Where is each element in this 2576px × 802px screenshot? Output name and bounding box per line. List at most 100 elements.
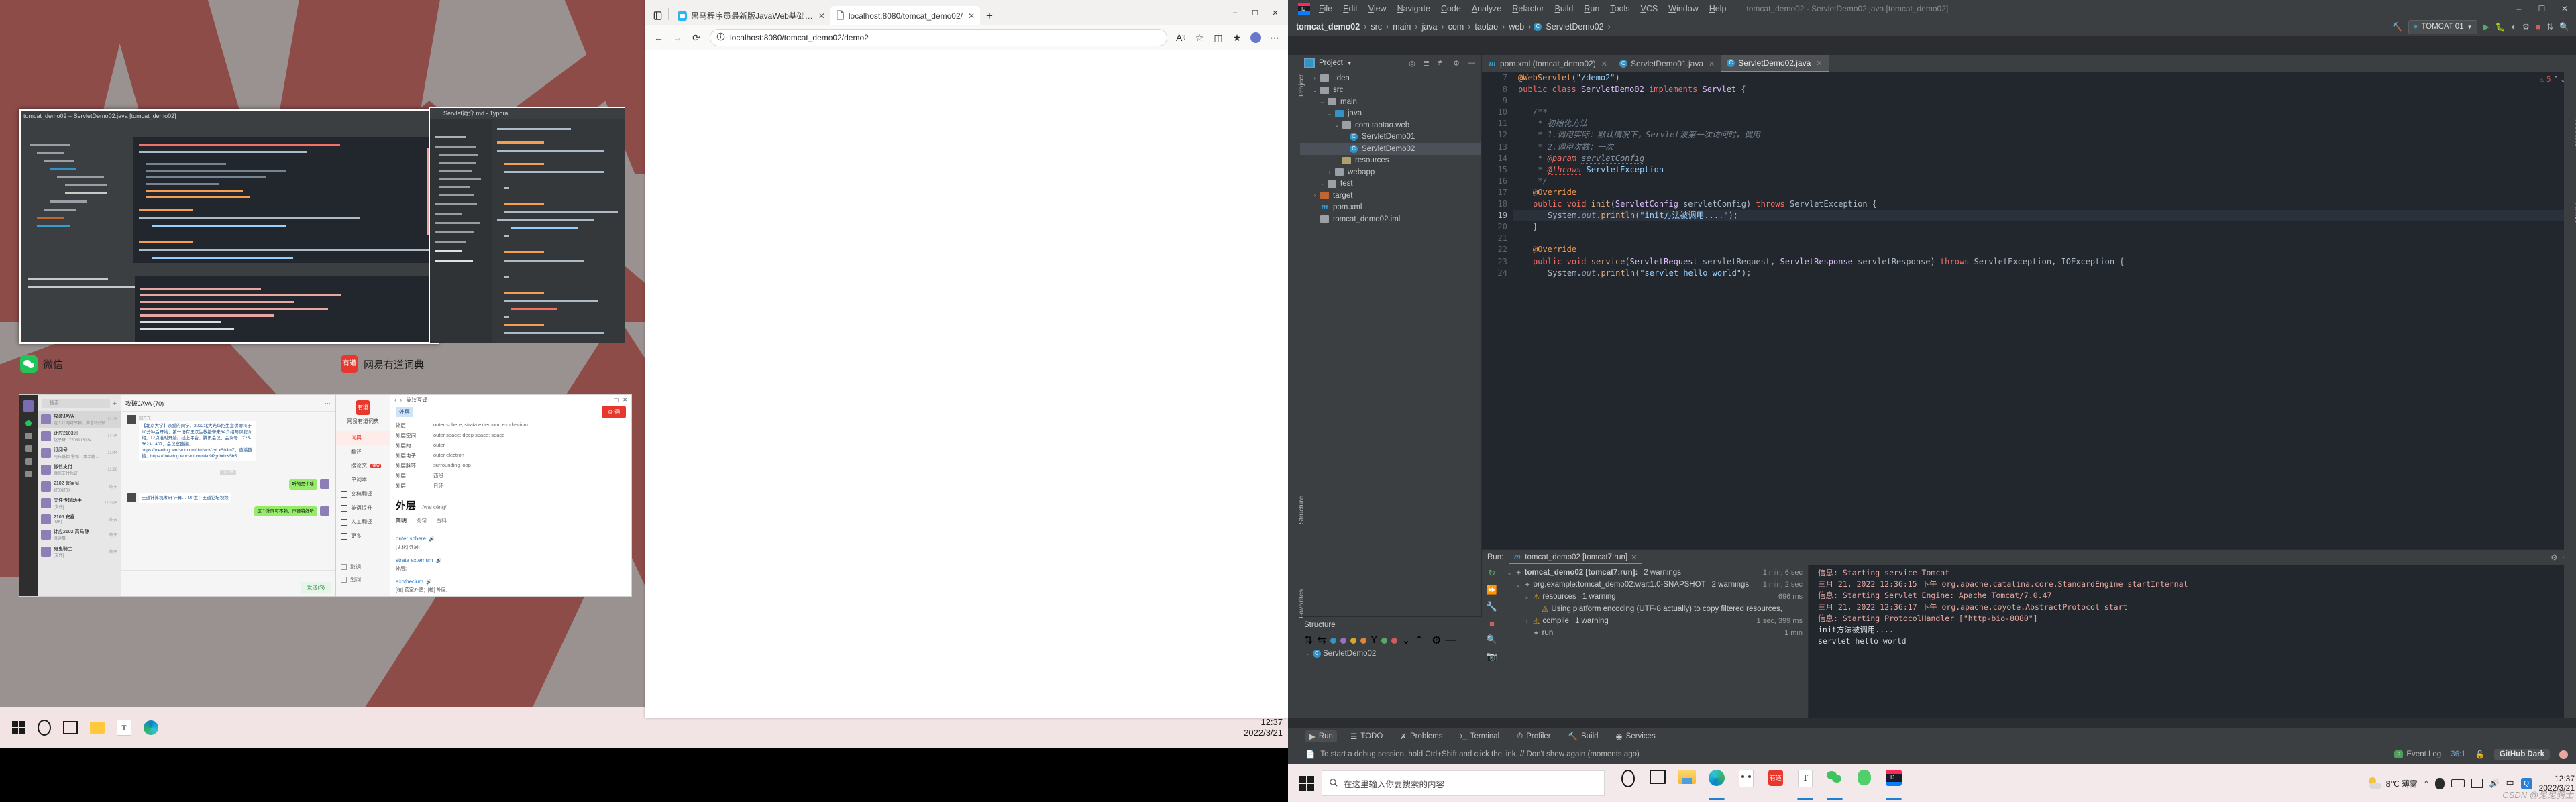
- idea-maximize-button[interactable]: ☐: [2530, 0, 2553, 17]
- breadcrumb-item-7[interactable]: ServletDemo02: [1544, 22, 1605, 32]
- gutter-line-13[interactable]: 13: [1482, 141, 1513, 153]
- edge-icon[interactable]: [1703, 766, 1731, 801]
- gutter-line-20[interactable]: 20: [1482, 221, 1513, 233]
- wechat-chat-item-3[interactable]: 微信支付 微信支付凭证 11:26: [38, 461, 121, 478]
- youdao-icon[interactable]: 有道: [1762, 766, 1790, 801]
- filter-properties-icon[interactable]: [1340, 637, 1346, 644]
- tree-arrow-icon[interactable]: ›: [1311, 75, 1318, 81]
- sort-visibility-icon[interactable]: ⇆: [1317, 634, 1326, 647]
- build-tree-row-4[interactable]: › ⚠ compile 1 warning 1 sec, 399 ms: [1506, 615, 1808, 627]
- browser-window-controls[interactable]: – ☐ ✕: [1225, 5, 1285, 25]
- tool-window-button-services[interactable]: ◉ Services: [1612, 730, 1660, 742]
- wechat-search-input[interactable]: 搜索: [42, 399, 110, 408]
- idea-navigation-bar[interactable]: tomcat_demo02 › src › main › java › com › taotao › w…: [1288, 17, 2576, 36]
- gutter-line-17[interactable]: 17: [1482, 187, 1513, 198]
- weather-widget[interactable]: 8℃ 薄雾: [2367, 777, 2418, 789]
- project-tree-item-java[interactable]: ⌄ java: [1300, 108, 1481, 120]
- code-line-20[interactable]: }: [1513, 221, 2576, 233]
- youdao-footer-item-0[interactable]: 取词: [336, 561, 390, 573]
- tool-window-button-profiler[interactable]: ⏱ Profiler: [1513, 731, 1554, 742]
- filter-fields-icon[interactable]: [1330, 637, 1336, 644]
- tool-window-button-build[interactable]: 🔨 Build: [1564, 730, 1603, 742]
- youdao-tab-2[interactable]: 百科: [436, 517, 447, 526]
- tree-arrow-icon[interactable]: ⌄: [1311, 87, 1318, 93]
- code-editor[interactable]: 7 8 9 10 11 12 13 14 15 16 17 18 19 20 21 22 23 24 @WebSe…: [1482, 72, 2576, 549]
- event-log-button[interactable]: 3 Event Log: [2394, 750, 2441, 758]
- menu-item-tools[interactable]: Tools: [1605, 3, 1635, 15]
- code-line-9[interactable]: [1513, 95, 2576, 107]
- tree-arrow-icon[interactable]: ⌄: [1523, 594, 1530, 600]
- rail-label-structure[interactable]: Structure: [1297, 496, 1305, 524]
- project-tree-item-pom-xml[interactable]: m pom.xml: [1300, 202, 1481, 214]
- skip-icon[interactable]: ⏩: [1487, 585, 1497, 595]
- structure-tree[interactable]: ⌄ C ServletDemo02: [1300, 648, 1482, 660]
- structure-item-servletdemo02[interactable]: ⌄ C ServletDemo02: [1304, 648, 1482, 660]
- youdao-tabs[interactable]: 简明 例句 百科: [396, 517, 626, 526]
- build-tree-row-3[interactable]: ⚠ Using platform encoding (UTF-8 actually…: [1506, 603, 1808, 615]
- more-icon[interactable]: ⋯: [1266, 29, 1283, 46]
- browser-close-button[interactable]: ✕: [1265, 5, 1285, 20]
- editor-tab-close-icon[interactable]: ✕: [1816, 59, 1822, 68]
- gutter-line-22[interactable]: 22: [1482, 244, 1513, 255]
- menu-item-run[interactable]: Run: [1578, 3, 1605, 15]
- wechat-chat-item-2[interactable]: 订阅号 阿布纸检·警惕：本土新… 11:44: [38, 445, 121, 461]
- tree-arrow-icon[interactable]: ⌄: [1319, 99, 1326, 105]
- breadcrumb-item-6[interactable]: web: [1507, 22, 1525, 32]
- breadcrumb-item-1[interactable]: src: [1369, 22, 1383, 32]
- youdao-minimize-icon[interactable]: –: [606, 397, 609, 403]
- tree-arrow-icon[interactable]: ›: [1319, 181, 1326, 187]
- menu-item-help[interactable]: Help: [1704, 3, 1732, 15]
- wechat-add-icon[interactable]: +: [113, 400, 117, 408]
- editor-tab-0[interactable]: m pom.xml (tomcat_demo02) ✕: [1482, 55, 1613, 72]
- browser-minimize-button[interactable]: –: [1225, 5, 1245, 20]
- cortana-icon-inner[interactable]: [38, 720, 51, 736]
- project-tree-item-test[interactable]: › test: [1300, 178, 1481, 190]
- youdao-back-icon[interactable]: ‹: [394, 397, 396, 403]
- gutter-line-18[interactable]: 18: [1482, 198, 1513, 210]
- debug-button[interactable]: 🐛: [2496, 22, 2506, 32]
- start-icon-inner[interactable]: [12, 721, 25, 734]
- gutter-line-15[interactable]: 15: [1482, 164, 1513, 176]
- structure-hide-icon[interactable]: —: [1446, 634, 1456, 646]
- youdao-nav-item-7[interactable]: 更多: [336, 529, 390, 543]
- wechat-chat-item-5[interactable]: 文件传输助手 [文件] 22/3/15: [38, 495, 121, 512]
- project-tree-item--idea[interactable]: › .idea: [1300, 72, 1481, 84]
- intellij-idea-window[interactable]: IJ File Edit View Navigate Code Analyze Refact…: [1288, 0, 2576, 764]
- wechat-thumbnail-window[interactable]: 搜索 + 攻破JAVA 这个计网可不赖，声音特好听 12:08 计应2103班 赵子轩 …: [19, 394, 335, 597]
- run-tool-header[interactable]: Run: m tomcat_demo02 [tomcat7:run] ✕ ⚙ —: [1482, 550, 2576, 565]
- file-explorer-icon[interactable]: [1673, 766, 1701, 801]
- rail-label-favorites[interactable]: Favorites: [1297, 589, 1305, 618]
- run-button[interactable]: ▶: [2483, 22, 2489, 32]
- editor-gutter[interactable]: 7 8 9 10 11 12 13 14 15 16 17 18 19 20 21 22 23 24: [1482, 72, 1513, 549]
- youdao-mode-label[interactable]: 英汉互译: [406, 396, 427, 404]
- code-line-12[interactable]: * 1.调用实际：默认情况下，Servlet波第一次访问时，调用: [1513, 129, 2576, 141]
- gutter-line-9[interactable]: 9: [1482, 95, 1513, 107]
- rail-label-database[interactable]: Database: [2573, 119, 2576, 149]
- expand-all-icon[interactable]: ≣: [1421, 59, 1432, 68]
- expand-structure-icon[interactable]: ⌄: [1401, 634, 1410, 647]
- gutter-line-19[interactable]: 19: [1482, 210, 1513, 221]
- gutter-line-14[interactable]: 14: [1482, 153, 1513, 164]
- build-tree[interactable]: ⌄ ✦ tomcat_demo02 [tomcat7:run]: 2 warnings…: [1502, 565, 1809, 718]
- tree-arrow-icon[interactable]: ›: [1311, 192, 1318, 198]
- structure-gear-icon[interactable]: ⚙: [1432, 634, 1441, 647]
- gutter-line-11[interactable]: 11: [1482, 118, 1513, 129]
- menu-item-file[interactable]: File: [1313, 3, 1338, 15]
- editor-code-area[interactable]: @WebServlet("/demo2") public class Servle…: [1513, 72, 2576, 549]
- filter-public-icon[interactable]: [1381, 637, 1388, 644]
- editor-tab-close-icon[interactable]: ✕: [1709, 60, 1715, 68]
- typora-icon[interactable]: T: [1791, 766, 1819, 801]
- youdao-nav-item-6[interactable]: 人工翻译: [336, 515, 390, 529]
- youdao-footer-list[interactable]: 取词 划词: [336, 561, 390, 586]
- gutter-line-7[interactable]: 7: [1482, 72, 1513, 84]
- address-bar[interactable]: localhost:8080/tomcat_demo02/demo2: [710, 29, 1167, 46]
- menu-item-navigate[interactable]: Navigate: [1392, 3, 1436, 15]
- typora-icon-inner[interactable]: T: [117, 720, 131, 736]
- menu-item-code[interactable]: Code: [1436, 3, 1466, 15]
- youdao-footer-item-1[interactable]: 划词: [336, 573, 390, 586]
- build-tree-row-5[interactable]: ✦ run 1 min: [1506, 627, 1808, 639]
- filter-inherited-icon[interactable]: [1360, 637, 1366, 644]
- qq-tray-icon[interactable]: [2434, 777, 2445, 789]
- wechat-icon[interactable]: [1821, 766, 1849, 801]
- gutter-line-23[interactable]: 23: [1482, 256, 1513, 268]
